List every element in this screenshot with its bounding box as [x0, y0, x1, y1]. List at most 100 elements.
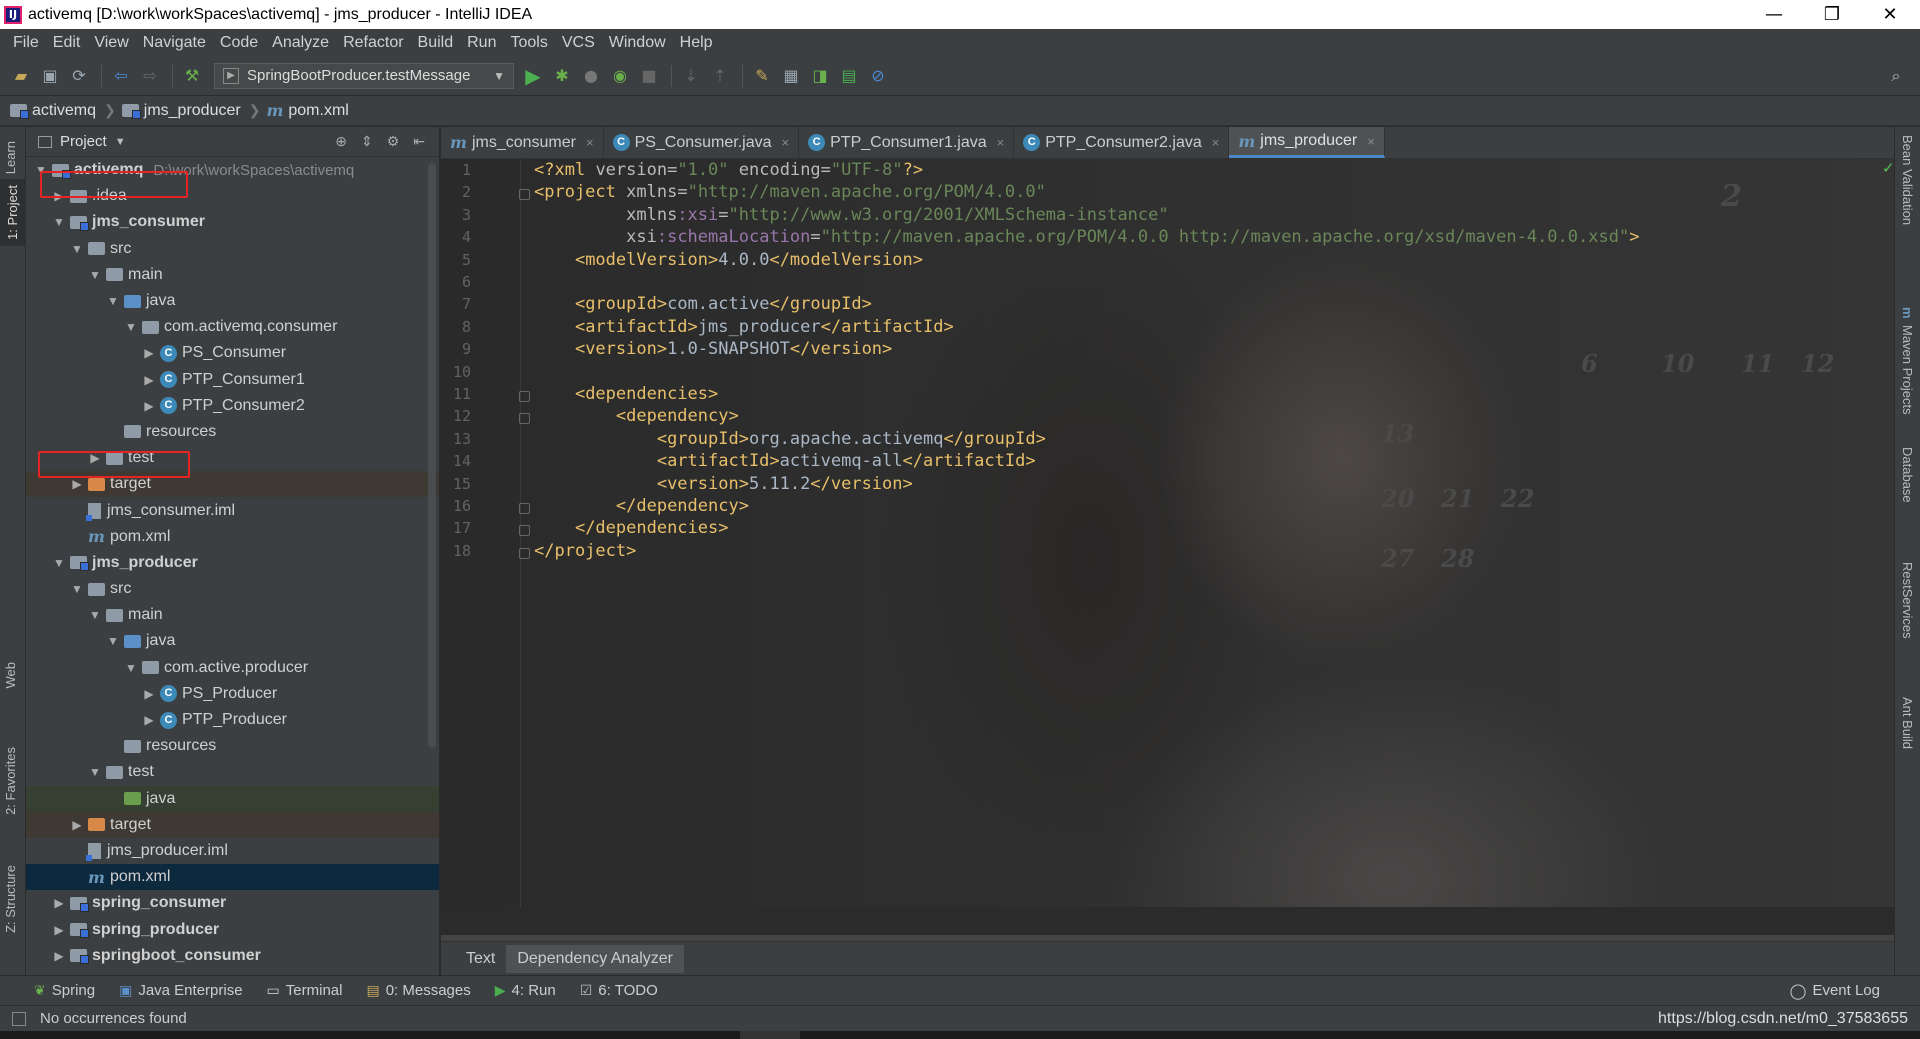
tree-item[interactable]: ▼ java: [26, 628, 439, 654]
breadcrumb-item[interactable]: jms_producer ❯: [121, 102, 260, 120]
settings-wrench-icon[interactable]: ✎: [749, 63, 775, 89]
tool-tab-maven[interactable]: Maven Projects: [1900, 325, 1915, 415]
breadcrumb-item[interactable]: activemq ❯: [10, 102, 116, 120]
fold-marker-icon[interactable]: [519, 413, 530, 425]
tool-window-button[interactable]: ❦ Spring: [34, 982, 95, 999]
open-folder-icon[interactable]: ▰: [8, 63, 34, 89]
tool-tab-database[interactable]: Database: [1900, 447, 1915, 503]
editor-tab[interactable]: C PTP_Consumer2.java ×: [1014, 127, 1230, 158]
menu-item-build[interactable]: Build: [411, 34, 461, 52]
menu-item-refactor[interactable]: Refactor: [336, 34, 410, 52]
locate-icon[interactable]: ⊕: [335, 133, 347, 150]
tree-item[interactable]: ▶ C PTP_Producer: [26, 707, 439, 733]
fold-marker-icon[interactable]: [519, 525, 530, 537]
restore-button[interactable]: ❐: [1803, 0, 1861, 29]
fold-marker-icon[interactable]: [519, 189, 530, 201]
save-all-icon[interactable]: ▣: [37, 63, 63, 89]
menu-item-edit[interactable]: Edit: [46, 34, 88, 52]
vcs-update-icon[interactable]: ⇣: [678, 63, 704, 89]
chevron-down-icon[interactable]: ▼: [84, 608, 106, 622]
tool-window-button[interactable]: ▣ Java Enterprise: [119, 982, 242, 999]
tree-item[interactable]: resources: [26, 733, 439, 759]
tool-window-button[interactable]: ▭ Terminal: [267, 982, 343, 999]
tree-item[interactable]: ▶ target: [26, 811, 439, 838]
run-configuration-select[interactable]: ▶ SpringBootProducer.testMessage ▼: [214, 62, 514, 89]
vcs-commit-icon[interactable]: ⇡: [707, 63, 733, 89]
tree-item[interactable]: ▼ test: [26, 759, 439, 785]
tree-item[interactable]: m pom.xml: [26, 524, 439, 550]
code-line[interactable]: xmlns:xsi="http://www.w3.org/2001/XMLSch…: [534, 205, 1169, 225]
menu-item-window[interactable]: Window: [602, 34, 673, 52]
tree-item[interactable]: ▼ java: [26, 288, 439, 314]
menu-item-run[interactable]: Run: [460, 34, 503, 52]
close-window-button[interactable]: ✕: [1861, 0, 1919, 29]
chevron-right-icon[interactable]: ▶: [138, 687, 160, 701]
hide-panel-icon[interactable]: ⇤: [413, 133, 425, 150]
tree-item[interactable]: m pom.xml: [26, 864, 439, 891]
chevron-down-icon[interactable]: ▼: [84, 268, 106, 282]
code-line[interactable]: </dependency>: [534, 496, 749, 516]
sync-icon[interactable]: ⟳: [66, 63, 92, 89]
tool-window-button[interactable]: ▶ 4: Run: [495, 982, 556, 999]
sdk-icon[interactable]: ◨: [807, 63, 833, 89]
build-icon[interactable]: ⚒: [179, 63, 205, 89]
tree-item[interactable]: jms_producer.iml: [26, 838, 439, 864]
chevron-right-icon[interactable]: ▶: [138, 346, 160, 360]
code-line[interactable]: <project xmlns="http://maven.apache.org/…: [534, 182, 1046, 202]
search-everywhere-icon[interactable]: ⌕: [1883, 63, 1909, 89]
tree-item[interactable]: ▶ C PS_Producer: [26, 681, 439, 707]
code-line[interactable]: </dependencies>: [534, 518, 729, 538]
code-line[interactable]: <groupId>org.apache.activemq</groupId>: [534, 429, 1046, 449]
close-tab-icon[interactable]: ×: [782, 135, 790, 150]
chevron-right-icon[interactable]: ▶: [138, 713, 160, 727]
close-tab-icon[interactable]: ×: [586, 135, 594, 150]
tree-item[interactable]: ▶ C PTP_Consumer2: [26, 393, 439, 419]
tree-item[interactable]: ▶ springboot_consumer: [26, 943, 439, 969]
tree-item[interactable]: ▶ C PTP_Consumer1: [26, 367, 439, 393]
code-line[interactable]: <dependencies>: [534, 384, 718, 404]
tree-item[interactable]: ▼ main: [26, 602, 439, 628]
menu-item-vcs[interactable]: VCS: [555, 34, 602, 52]
tree-item[interactable]: ▼ jms_producer: [26, 550, 439, 576]
back-icon[interactable]: ⇦: [108, 63, 134, 89]
inspection-ok-icon[interactable]: ✓: [1882, 159, 1894, 177]
chevron-down-icon[interactable]: ▼: [84, 765, 106, 779]
code-line[interactable]: xsi:schemaLocation="http://maven.apache.…: [534, 227, 1639, 247]
tool-tab-learn[interactable]: Learn: [3, 141, 18, 174]
tool-tab-favorites[interactable]: 2: Favorites: [3, 747, 18, 815]
tree-item[interactable]: resources: [26, 419, 439, 445]
event-log-button[interactable]: ◯ Event Log: [1790, 982, 1880, 1000]
menu-item-tools[interactable]: Tools: [503, 34, 554, 52]
no-entry-icon[interactable]: ⊘: [865, 63, 891, 89]
tree-item[interactable]: jms_consumer.iml: [26, 497, 439, 523]
code-line[interactable]: <artifactId>jms_producer</artifactId>: [534, 317, 954, 337]
editor-bottom-tab[interactable]: Text: [455, 945, 506, 973]
editor-bottom-tab[interactable]: Dependency Analyzer: [506, 944, 684, 973]
code-line[interactable]: <modelVersion>4.0.0</modelVersion>: [534, 250, 923, 270]
code-line[interactable]: <version>1.0-SNAPSHOT</version>: [534, 339, 892, 359]
menu-item-navigate[interactable]: Navigate: [136, 34, 213, 52]
chevron-down-icon[interactable]: ▼: [48, 556, 70, 570]
minimize-button[interactable]: —: [1745, 0, 1803, 29]
forward-icon[interactable]: ⇨: [137, 63, 163, 89]
gear-icon[interactable]: ⚙: [387, 133, 400, 150]
tool-tab-ant-build[interactable]: Ant Build: [1900, 697, 1915, 749]
chevron-down-icon[interactable]: ▼: [48, 215, 70, 229]
tree-item[interactable]: ▼ src: [26, 236, 439, 262]
chevron-down-icon[interactable]: ▼: [120, 661, 142, 675]
menu-item-analyze[interactable]: Analyze: [265, 34, 336, 52]
collapse-all-icon[interactable]: ⇕: [361, 133, 373, 150]
chevron-right-icon[interactable]: ▶: [66, 477, 88, 491]
project-panel-title[interactable]: Project: [60, 133, 107, 150]
chevron-right-icon[interactable]: ▶: [66, 818, 88, 832]
chevron-right-icon[interactable]: ▶: [48, 949, 70, 963]
project-tree-scrollbar[interactable]: [428, 163, 436, 748]
close-tab-icon[interactable]: ×: [1367, 134, 1375, 149]
code-line[interactable]: <version>5.11.2</version>: [534, 474, 913, 494]
code-line[interactable]: <groupId>com.active</groupId>: [534, 294, 872, 314]
editor-tab[interactable]: m jms_producer ×: [1229, 127, 1385, 158]
profile-icon[interactable]: ◉: [607, 63, 633, 89]
chevron-down-icon[interactable]: ▼: [66, 582, 88, 596]
tool-windows-toggle-icon[interactable]: [12, 1011, 26, 1026]
tool-tab-web[interactable]: Web: [3, 662, 18, 689]
